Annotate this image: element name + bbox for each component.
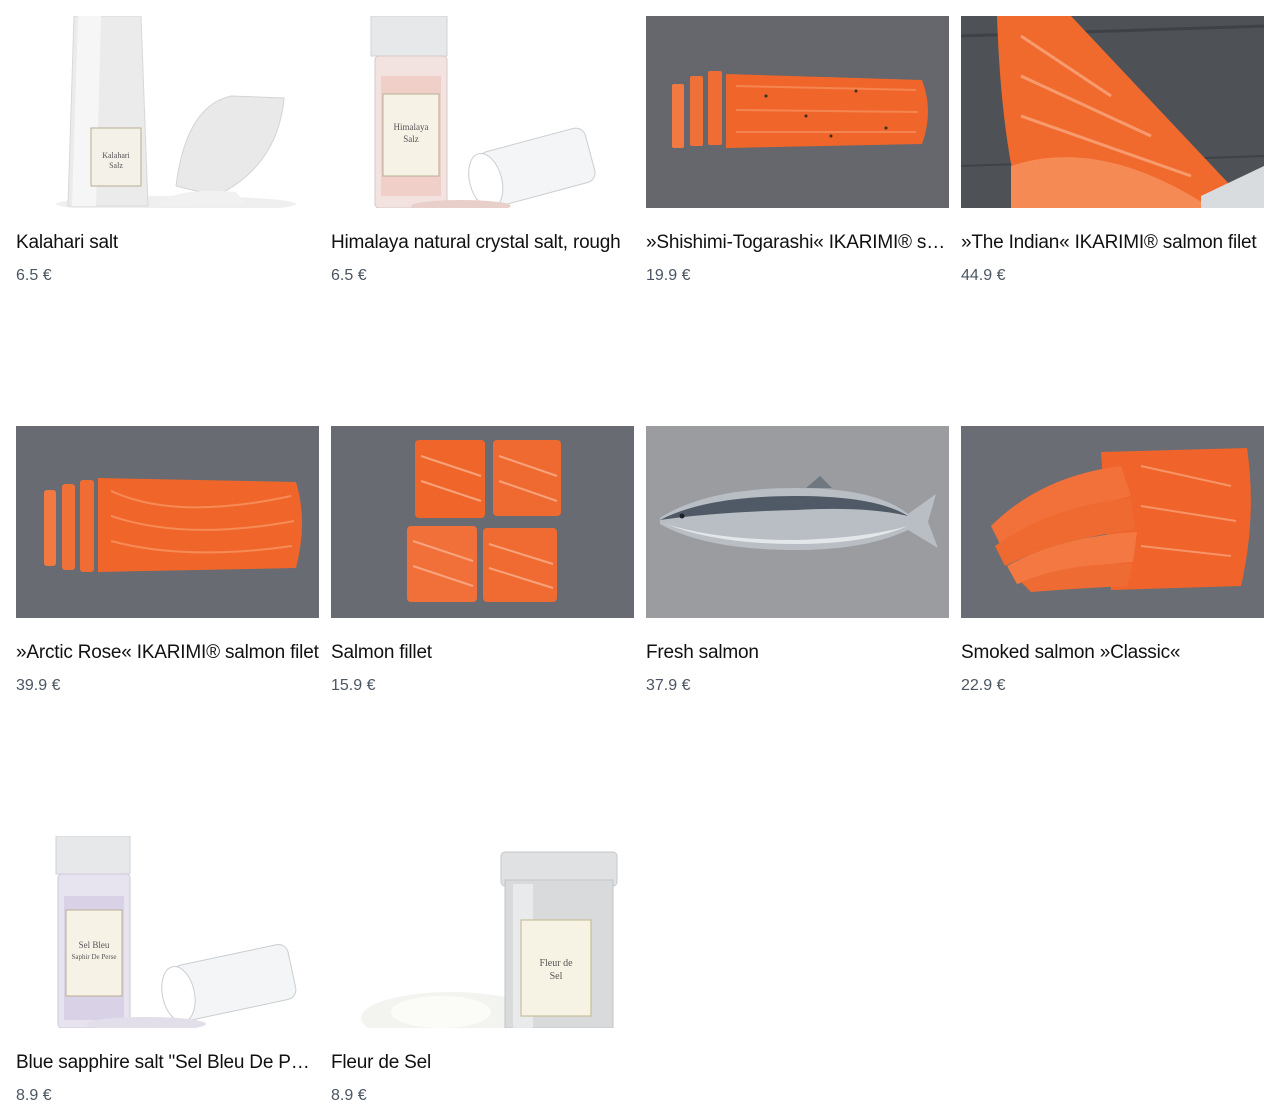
product-card[interactable]: Sel Bleu Saphir De Perse Blue sapphire s… <box>16 836 319 1106</box>
product-title[interactable]: Fleur de Sel <box>331 1052 634 1074</box>
svg-text:Kalahari: Kalahari <box>102 151 130 160</box>
product-price: 15.9 € <box>331 677 376 694</box>
product-price: 37.9 € <box>646 677 691 694</box>
product-image[interactable] <box>646 426 949 618</box>
product-card[interactable]: Salmon fillet 15.9 € <box>331 426 634 696</box>
product-image[interactable]: Himalaya Salz <box>331 16 634 208</box>
svg-text:Saphir De Perse: Saphir De Perse <box>71 953 116 961</box>
svg-text:Himalaya: Himalaya <box>394 122 429 132</box>
product-image[interactable]: Sel Bleu Saphir De Perse <box>16 836 319 1028</box>
product-grid: Kalahari Salz Kalahari salt 6.5 € Himala… <box>16 16 1264 1106</box>
product-price: 6.5 € <box>331 267 367 284</box>
svg-text:Sel: Sel <box>550 971 563 982</box>
svg-text:Salz: Salz <box>403 134 419 144</box>
product-price: 44.9 € <box>961 267 1006 284</box>
svg-text:Sel Bleu: Sel Bleu <box>79 940 110 950</box>
product-card[interactable]: Smoked salmon »Classic« 22.9 € <box>961 426 1264 696</box>
svg-text:Salz: Salz <box>109 161 123 170</box>
product-title[interactable]: Blue sapphire salt "Sel Bleu De Perse" <box>16 1052 319 1074</box>
svg-text:Fleur de: Fleur de <box>539 958 573 969</box>
product-price: 22.9 € <box>961 677 1006 694</box>
product-image[interactable] <box>331 426 634 618</box>
product-price: 39.9 € <box>16 677 61 694</box>
product-price: 8.9 € <box>331 1087 367 1104</box>
product-image[interactable] <box>961 16 1264 208</box>
product-card[interactable]: »Arctic Rose« IKARIMI® salmon filet 39.9… <box>16 426 319 696</box>
product-card[interactable]: »The Indian« IKARIMI® salmon filet 44.9 … <box>961 16 1264 286</box>
product-image[interactable] <box>646 16 949 208</box>
product-title[interactable]: »The Indian« IKARIMI® salmon filet <box>961 232 1264 254</box>
product-title[interactable]: »Arctic Rose« IKARIMI® salmon filet <box>16 642 319 664</box>
product-title[interactable]: Kalahari salt <box>16 232 319 254</box>
product-title[interactable]: Himalaya natural crystal salt, rough <box>331 232 634 254</box>
product-card[interactable]: Himalaya Salz Himalaya natural crystal s… <box>331 16 634 286</box>
product-title[interactable]: »Shishimi-Togarashi« IKARIMI® salmon fil… <box>646 232 949 254</box>
product-image[interactable]: Fleur de Sel <box>331 836 634 1028</box>
product-price: 19.9 € <box>646 267 691 284</box>
product-price: 6.5 € <box>16 267 52 284</box>
product-card[interactable]: »Shishimi-Togarashi« IKARIMI® salmon fil… <box>646 16 949 286</box>
product-card[interactable]: Fresh salmon 37.9 € <box>646 426 949 696</box>
product-title[interactable]: Salmon fillet <box>331 642 634 664</box>
product-image[interactable] <box>16 426 319 618</box>
product-title[interactable]: Smoked salmon »Classic« <box>961 642 1264 664</box>
product-card[interactable]: Fleur de Sel Fleur de Sel 8.9 € <box>331 836 634 1106</box>
product-card[interactable]: Kalahari Salz Kalahari salt 6.5 € <box>16 16 319 286</box>
product-price: 8.9 € <box>16 1087 52 1104</box>
product-image[interactable] <box>961 426 1264 618</box>
product-image[interactable]: Kalahari Salz <box>16 16 319 208</box>
product-title[interactable]: Fresh salmon <box>646 642 949 664</box>
